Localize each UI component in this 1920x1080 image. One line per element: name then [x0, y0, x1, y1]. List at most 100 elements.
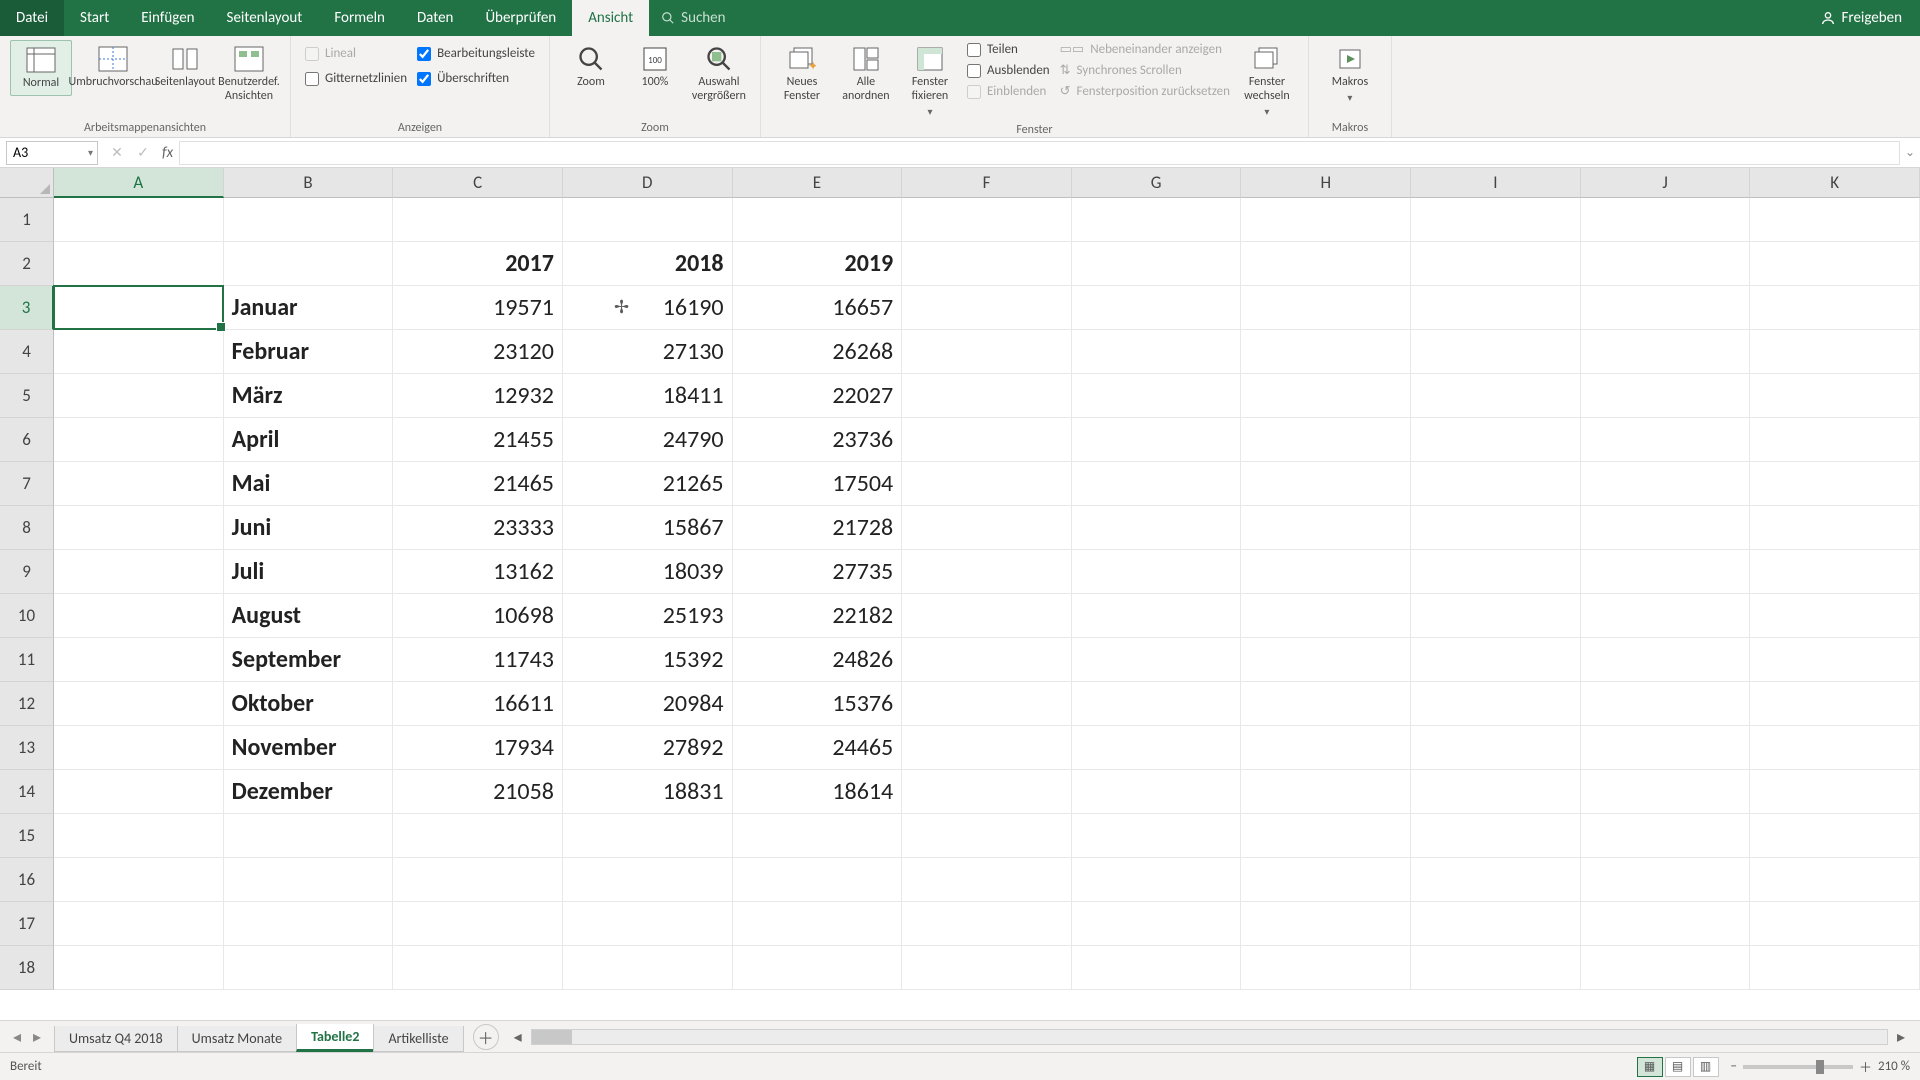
scroll-track[interactable] [531, 1029, 1888, 1045]
cell[interactable] [224, 198, 394, 241]
column-header[interactable]: C [393, 168, 563, 198]
chk-split[interactable]: Teilen [967, 42, 1050, 57]
cell[interactable]: 16611 [393, 682, 563, 725]
cell[interactable]: 2017 [393, 242, 563, 285]
cell[interactable] [54, 858, 224, 901]
chk-formula-bar[interactable]: Bearbeitungsleiste [417, 46, 535, 61]
cell[interactable] [54, 682, 224, 725]
cell[interactable] [1581, 550, 1751, 593]
cell[interactable]: 24790 [563, 418, 733, 461]
cell[interactable] [1241, 374, 1411, 417]
zoom-button[interactable]: Zoom [560, 40, 622, 94]
cell[interactable] [1411, 374, 1581, 417]
cell[interactable] [1072, 550, 1242, 593]
cell[interactable]: 18039 [563, 550, 733, 593]
cell[interactable] [1581, 198, 1751, 241]
cell[interactable]: Mai [224, 462, 394, 505]
zoom-100-button[interactable]: 100 100% [624, 40, 686, 94]
zoom-in-icon[interactable]: ＋ [1859, 1057, 1872, 1076]
cell[interactable]: 15392 [563, 638, 733, 681]
cell[interactable] [1072, 682, 1242, 725]
cell[interactable]: 24465 [733, 726, 903, 769]
cell[interactable] [1411, 726, 1581, 769]
cell[interactable] [733, 198, 903, 241]
chk-hide[interactable]: Ausblenden [967, 63, 1050, 78]
cell[interactable] [1581, 946, 1751, 989]
cell[interactable] [733, 946, 903, 989]
cell[interactable] [1241, 418, 1411, 461]
cell[interactable] [1072, 946, 1242, 989]
sheet-tab[interactable]: Artikelliste [373, 1026, 463, 1052]
cell[interactable] [1581, 462, 1751, 505]
cell[interactable] [1411, 682, 1581, 725]
cell[interactable]: 20984 [563, 682, 733, 725]
cell[interactable] [1411, 462, 1581, 505]
cell[interactable]: Juli [224, 550, 394, 593]
arrange-all-button[interactable]: Alle anordnen [835, 40, 897, 108]
cell[interactable] [1750, 506, 1920, 549]
cell[interactable]: 25193 [563, 594, 733, 637]
cell[interactable] [1750, 682, 1920, 725]
cell[interactable]: 27892 [563, 726, 733, 769]
sheet-nav[interactable]: ◂ ▸ [0, 1027, 54, 1047]
tab-file[interactable]: Datei [0, 0, 64, 36]
fx-icon[interactable]: fx [162, 144, 173, 162]
cell[interactable]: 21058 [393, 770, 563, 813]
cell[interactable] [1411, 506, 1581, 549]
cell[interactable]: 21455 [393, 418, 563, 461]
cell[interactable] [1411, 550, 1581, 593]
cell[interactable] [902, 858, 1072, 901]
cell[interactable] [1750, 418, 1920, 461]
cell[interactable]: April [224, 418, 394, 461]
cell[interactable] [54, 506, 224, 549]
cell[interactable]: 24826 [733, 638, 903, 681]
cell[interactable] [1241, 594, 1411, 637]
view-pagelayout-button[interactable]: Seitenlayout [154, 40, 216, 94]
zoom-value[interactable]: 210 % [1878, 1059, 1910, 1074]
cell[interactable] [54, 462, 224, 505]
cell[interactable] [1072, 286, 1242, 329]
cell[interactable]: 21465 [393, 462, 563, 505]
row-header[interactable]: 12 [0, 682, 54, 726]
cell[interactable] [393, 902, 563, 945]
row-header[interactable]: 2 [0, 242, 54, 286]
name-box[interactable]: A3 ▾ [6, 141, 98, 165]
cell[interactable] [902, 726, 1072, 769]
cell[interactable] [1750, 242, 1920, 285]
cell[interactable] [1411, 418, 1581, 461]
column-header[interactable]: I [1411, 168, 1581, 198]
cell[interactable]: 23333 [393, 506, 563, 549]
row-header[interactable]: 4 [0, 330, 54, 374]
column-header[interactable]: K [1750, 168, 1920, 198]
spreadsheet-grid[interactable]: ABCDEFGHIJK 123456789101112131415161718 … [0, 168, 1920, 1020]
row-header[interactable]: 16 [0, 858, 54, 902]
cell[interactable]: März [224, 374, 394, 417]
cell[interactable] [1072, 506, 1242, 549]
sheet-tab[interactable]: Umsatz Monate [177, 1026, 297, 1052]
column-header[interactable]: A [54, 168, 224, 198]
zoom-slider-thumb[interactable] [1816, 1060, 1824, 1074]
cell[interactable] [1241, 638, 1411, 681]
cell[interactable] [902, 330, 1072, 373]
cell[interactable]: 21728 [733, 506, 903, 549]
cell[interactable] [54, 550, 224, 593]
cell[interactable] [1581, 506, 1751, 549]
view-mode-normal[interactable]: ▦ [1637, 1057, 1663, 1077]
cell[interactable]: Oktober [224, 682, 394, 725]
cell[interactable]: 11743 [393, 638, 563, 681]
cell[interactable] [1581, 418, 1751, 461]
cell[interactable]: 16190 [563, 286, 733, 329]
cell[interactable] [1072, 594, 1242, 637]
cell[interactable] [1072, 462, 1242, 505]
cell[interactable] [54, 814, 224, 857]
cell[interactable]: 15376 [733, 682, 903, 725]
sheet-nav-prev-icon[interactable]: ◂ [8, 1027, 26, 1047]
cell[interactable] [1411, 198, 1581, 241]
add-sheet-button[interactable]: ＋ [473, 1024, 499, 1050]
tab-page-layout[interactable]: Seitenlayout [211, 0, 319, 36]
cell[interactable] [1411, 330, 1581, 373]
cell[interactable] [1750, 462, 1920, 505]
cell[interactable]: Februar [224, 330, 394, 373]
cell[interactable] [1241, 286, 1411, 329]
view-custom-button[interactable]: Benutzerdef. Ansichten [218, 40, 280, 108]
